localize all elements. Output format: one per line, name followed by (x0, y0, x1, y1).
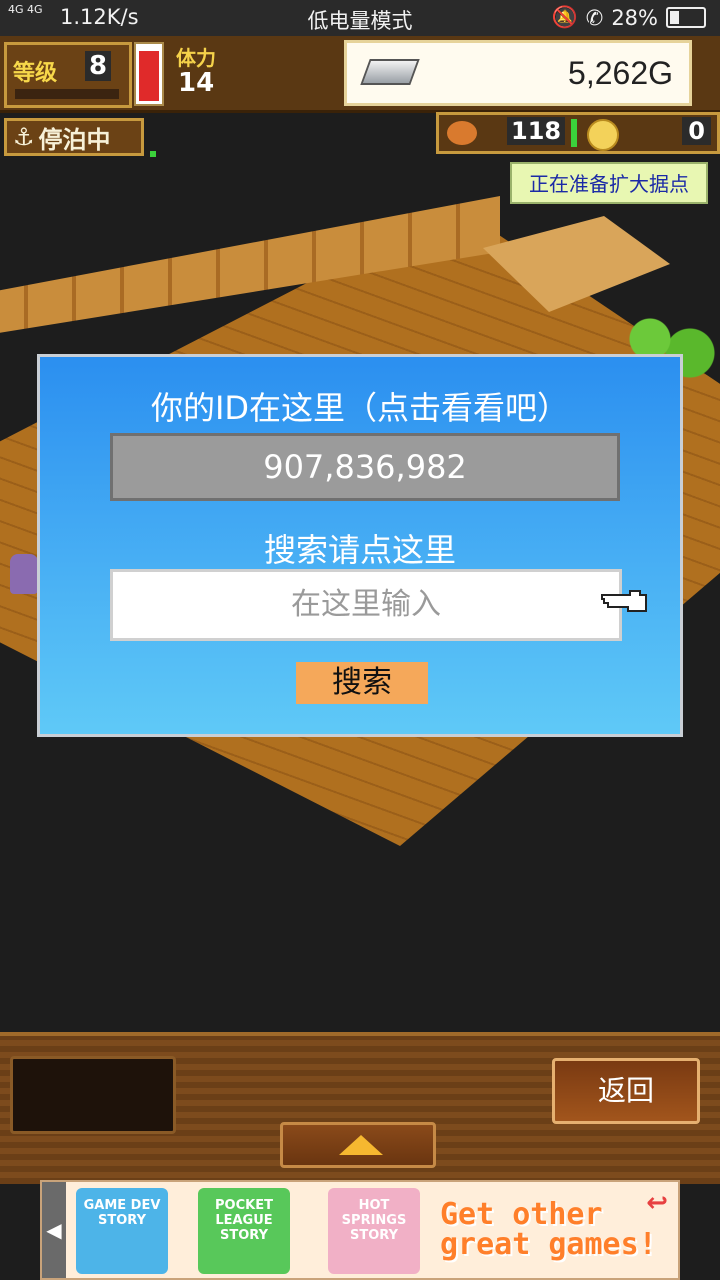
bottom-panel: 返回 (0, 1032, 720, 1184)
resource-panel: 118 0 (436, 112, 720, 154)
expand-menu-button[interactable] (280, 1122, 436, 1168)
id-dialog: 你的ID在这里（点击看看吧） 907,836,982 搜索请点这里 在这里输入 … (37, 354, 683, 737)
chevron-left-icon[interactable]: ◀ (42, 1182, 66, 1278)
pointing-hand-icon (601, 590, 647, 612)
level-panel: 等级 8 (4, 42, 132, 108)
status-bar: 4G 4G 1.12K/s 低电量模式 🔕 ✆ 28% (0, 0, 720, 36)
ad-text[interactable]: Get other great games! (440, 1200, 657, 1260)
docked-label: 停泊中 (38, 125, 111, 154)
food-gauge (571, 119, 577, 147)
stamina-label: 体力 (176, 46, 216, 70)
level-value: 8 (85, 51, 112, 81)
call-hd-icon: ✆ (585, 5, 604, 30)
ad-banner[interactable]: ◀ GAME DEV STORY POCKET LEAGUE STORY HOT… (40, 1180, 680, 1280)
coin-icon (587, 119, 619, 151)
return-arrow-icon: ↩ (646, 1188, 668, 1218)
food-value: 118 (507, 117, 566, 145)
anchor-icon: ⚓ (13, 123, 35, 151)
food-icon (447, 121, 477, 145)
battery-percent: 28% (611, 5, 658, 30)
arrow-up-icon (339, 1135, 383, 1155)
level-label: 等级 (13, 61, 58, 86)
xp-bar (15, 89, 119, 99)
search-title: 搜索请点这里 (263, 531, 456, 569)
gold-value: 5,262G (568, 55, 673, 91)
bell-icon: 🔕 (551, 5, 578, 29)
status-dot (150, 151, 156, 157)
back-button[interactable]: 返回 (552, 1058, 700, 1124)
empty-slot (10, 1056, 176, 1134)
docked-status[interactable]: ⚓ 停泊中 (4, 118, 144, 156)
player-id[interactable]: 907,836,982 (110, 433, 620, 501)
status-right: 🔕 ✆ 28% (552, 5, 706, 30)
gold-panel: 5,262G (344, 40, 692, 106)
search-input[interactable]: 在这里输入 (110, 569, 622, 641)
ad-game-1[interactable]: GAME DEV STORY (76, 1188, 168, 1274)
ad-text-line2: great games! (440, 1227, 657, 1262)
expansion-notice[interactable]: 正在准备扩大据点 (510, 162, 708, 204)
silver-ingot-icon (360, 59, 420, 85)
stamina-bar (134, 42, 164, 106)
ad-game-2[interactable]: POCKET LEAGUE STORY (198, 1188, 290, 1274)
crew-character[interactable] (10, 554, 38, 594)
search-button[interactable]: 搜索 (296, 662, 428, 704)
ad-text-line1: Get other (440, 1197, 603, 1232)
stamina-value: 14 (178, 68, 215, 98)
top-hud: 等级 8 体力 14 5,262G (0, 36, 720, 113)
battery-icon (666, 7, 706, 28)
id-title: 你的ID在这里（点击看看吧） (150, 389, 570, 427)
coin-value: 0 (682, 117, 711, 145)
ad-game-3[interactable]: HOT SPRINGS STORY (328, 1188, 420, 1274)
